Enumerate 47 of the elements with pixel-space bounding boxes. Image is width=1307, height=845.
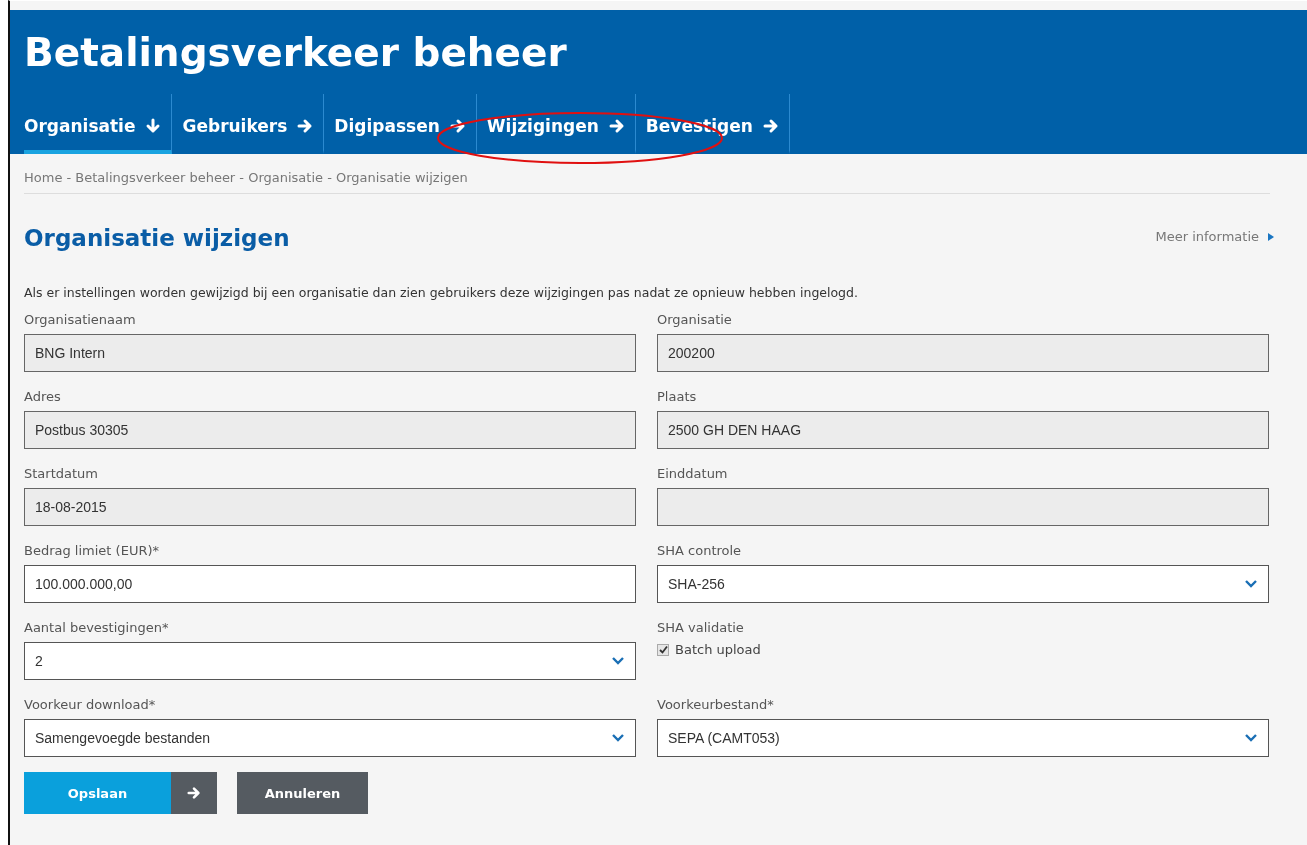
breadcrumb: Home - Betalingsverkeer beheer - Organisatie - Organisatie wijzigen [24,154,1270,194]
checkbox[interactable] [657,643,669,656]
right-arrow-icon [608,118,625,134]
field-label: Startdatum [24,466,99,481]
right-arrow-icon [297,118,314,134]
nav-tab[interactable]: Wijzigingen [476,94,636,154]
dropdown-field[interactable]: 2 [24,642,636,680]
right-arrow-icon [449,118,466,134]
field-label: SHA controle [657,543,743,558]
chevron-down-icon [611,733,625,743]
down-arrow-icon [145,118,162,134]
nav-tab[interactable]: Digipassen [324,94,477,154]
field-label: Adres [24,389,62,404]
right-arrow-icon [187,786,201,800]
field-label: Plaats [657,389,698,404]
field-label: Organisatie [657,312,733,327]
readonly-field: 200200 [657,334,1269,372]
page-title: Organisatie wijzigen [24,225,290,251]
intro-text: Als er instellingen worden gewijzigd bij een organisatie dan zien gebruikers deze wijzigingen pas nadat ze opnieuw hebben ingelogd. [24,285,859,300]
dropdown-field[interactable]: SEPA (CAMT053) [657,719,1269,757]
field-label: Einddatum [657,466,729,481]
more-info-link[interactable]: Meer informatie [1155,229,1275,244]
dropdown-field[interactable]: Samengevoegde bestanden [24,719,636,757]
nav-tab[interactable]: Gebruikers [172,94,325,154]
readonly-field: Postbus 30305 [24,411,636,449]
field-label: Voorkeur download* [24,697,157,712]
dropdown-field[interactable]: SHA-256 [657,565,1269,603]
caret-icon [1267,232,1275,241]
readonly-field: 2500 GH DEN HAAG [657,411,1269,449]
checkbox-option[interactable]: Batch upload [657,642,761,657]
right-arrow-icon [762,118,779,134]
readonly-field: 18-08-2015 [24,488,636,526]
field-label: Aantal bevestigingen* [24,620,170,635]
chevron-down-icon [1244,733,1258,743]
readonly-field: BNG Intern [24,334,636,372]
field-label: Bedrag limiet (EUR)* [24,543,160,558]
chevron-down-icon [1244,579,1258,589]
cancel-button[interactable]: Annuleren [237,772,368,814]
chevron-down-icon [611,656,625,666]
arrow-button[interactable] [171,772,217,814]
field-label: Organisatienaam [24,312,137,327]
app-title: Betalingsverkeer beheer [24,29,568,77]
field-label: SHA validatie [657,620,745,635]
field-label: Voorkeurbestand* [657,697,775,712]
input-field[interactable]: 100.000.000,00 [24,565,636,603]
checkbox-label: Batch upload [675,642,761,657]
nav-tab[interactable]: Organisatie [24,94,173,154]
